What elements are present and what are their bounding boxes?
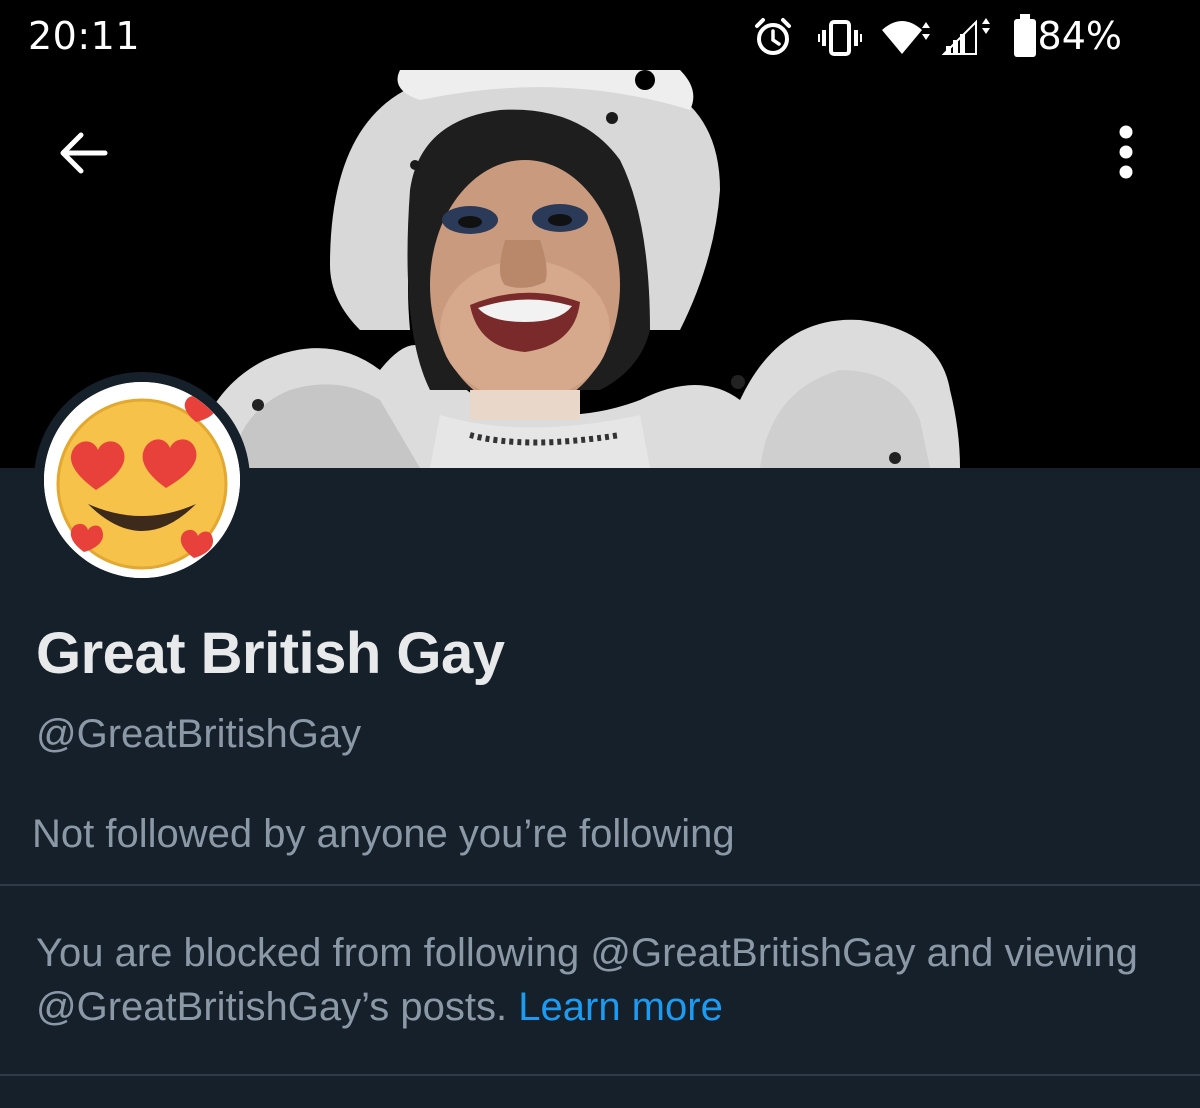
status-bar: 20:11 84%	[0, 0, 1200, 70]
battery-percentage: 84%	[1037, 14, 1122, 58]
divider	[0, 1074, 1200, 1076]
learn-more-link[interactable]: Learn more	[518, 985, 723, 1029]
username-handle: @GreatBritishGay	[36, 712, 362, 756]
status-time: 20:11	[28, 14, 141, 58]
smiling-face-with-heart-eyes-emoji-icon	[44, 382, 240, 578]
divider	[0, 884, 1200, 886]
followers-you-know-note: Not followed by anyone you’re following	[32, 812, 735, 856]
vibrate-icon	[818, 20, 862, 56]
display-name: Great British Gay	[36, 621, 505, 686]
signal-icon	[941, 18, 990, 55]
alarm-icon	[755, 18, 791, 55]
more-vertical-icon	[1119, 125, 1133, 179]
wifi-icon	[882, 21, 930, 54]
arrow-left-icon	[60, 132, 108, 174]
blocked-notice: You are blocked from following @GreatBri…	[36, 926, 1146, 1034]
back-button[interactable]	[48, 118, 118, 188]
avatar[interactable]	[34, 372, 250, 588]
more-options-button[interactable]	[1096, 112, 1156, 192]
profile-screen: 20:11 84% Great British Gay @GreatBritis…	[0, 0, 1200, 1108]
battery-icon	[1014, 14, 1036, 57]
